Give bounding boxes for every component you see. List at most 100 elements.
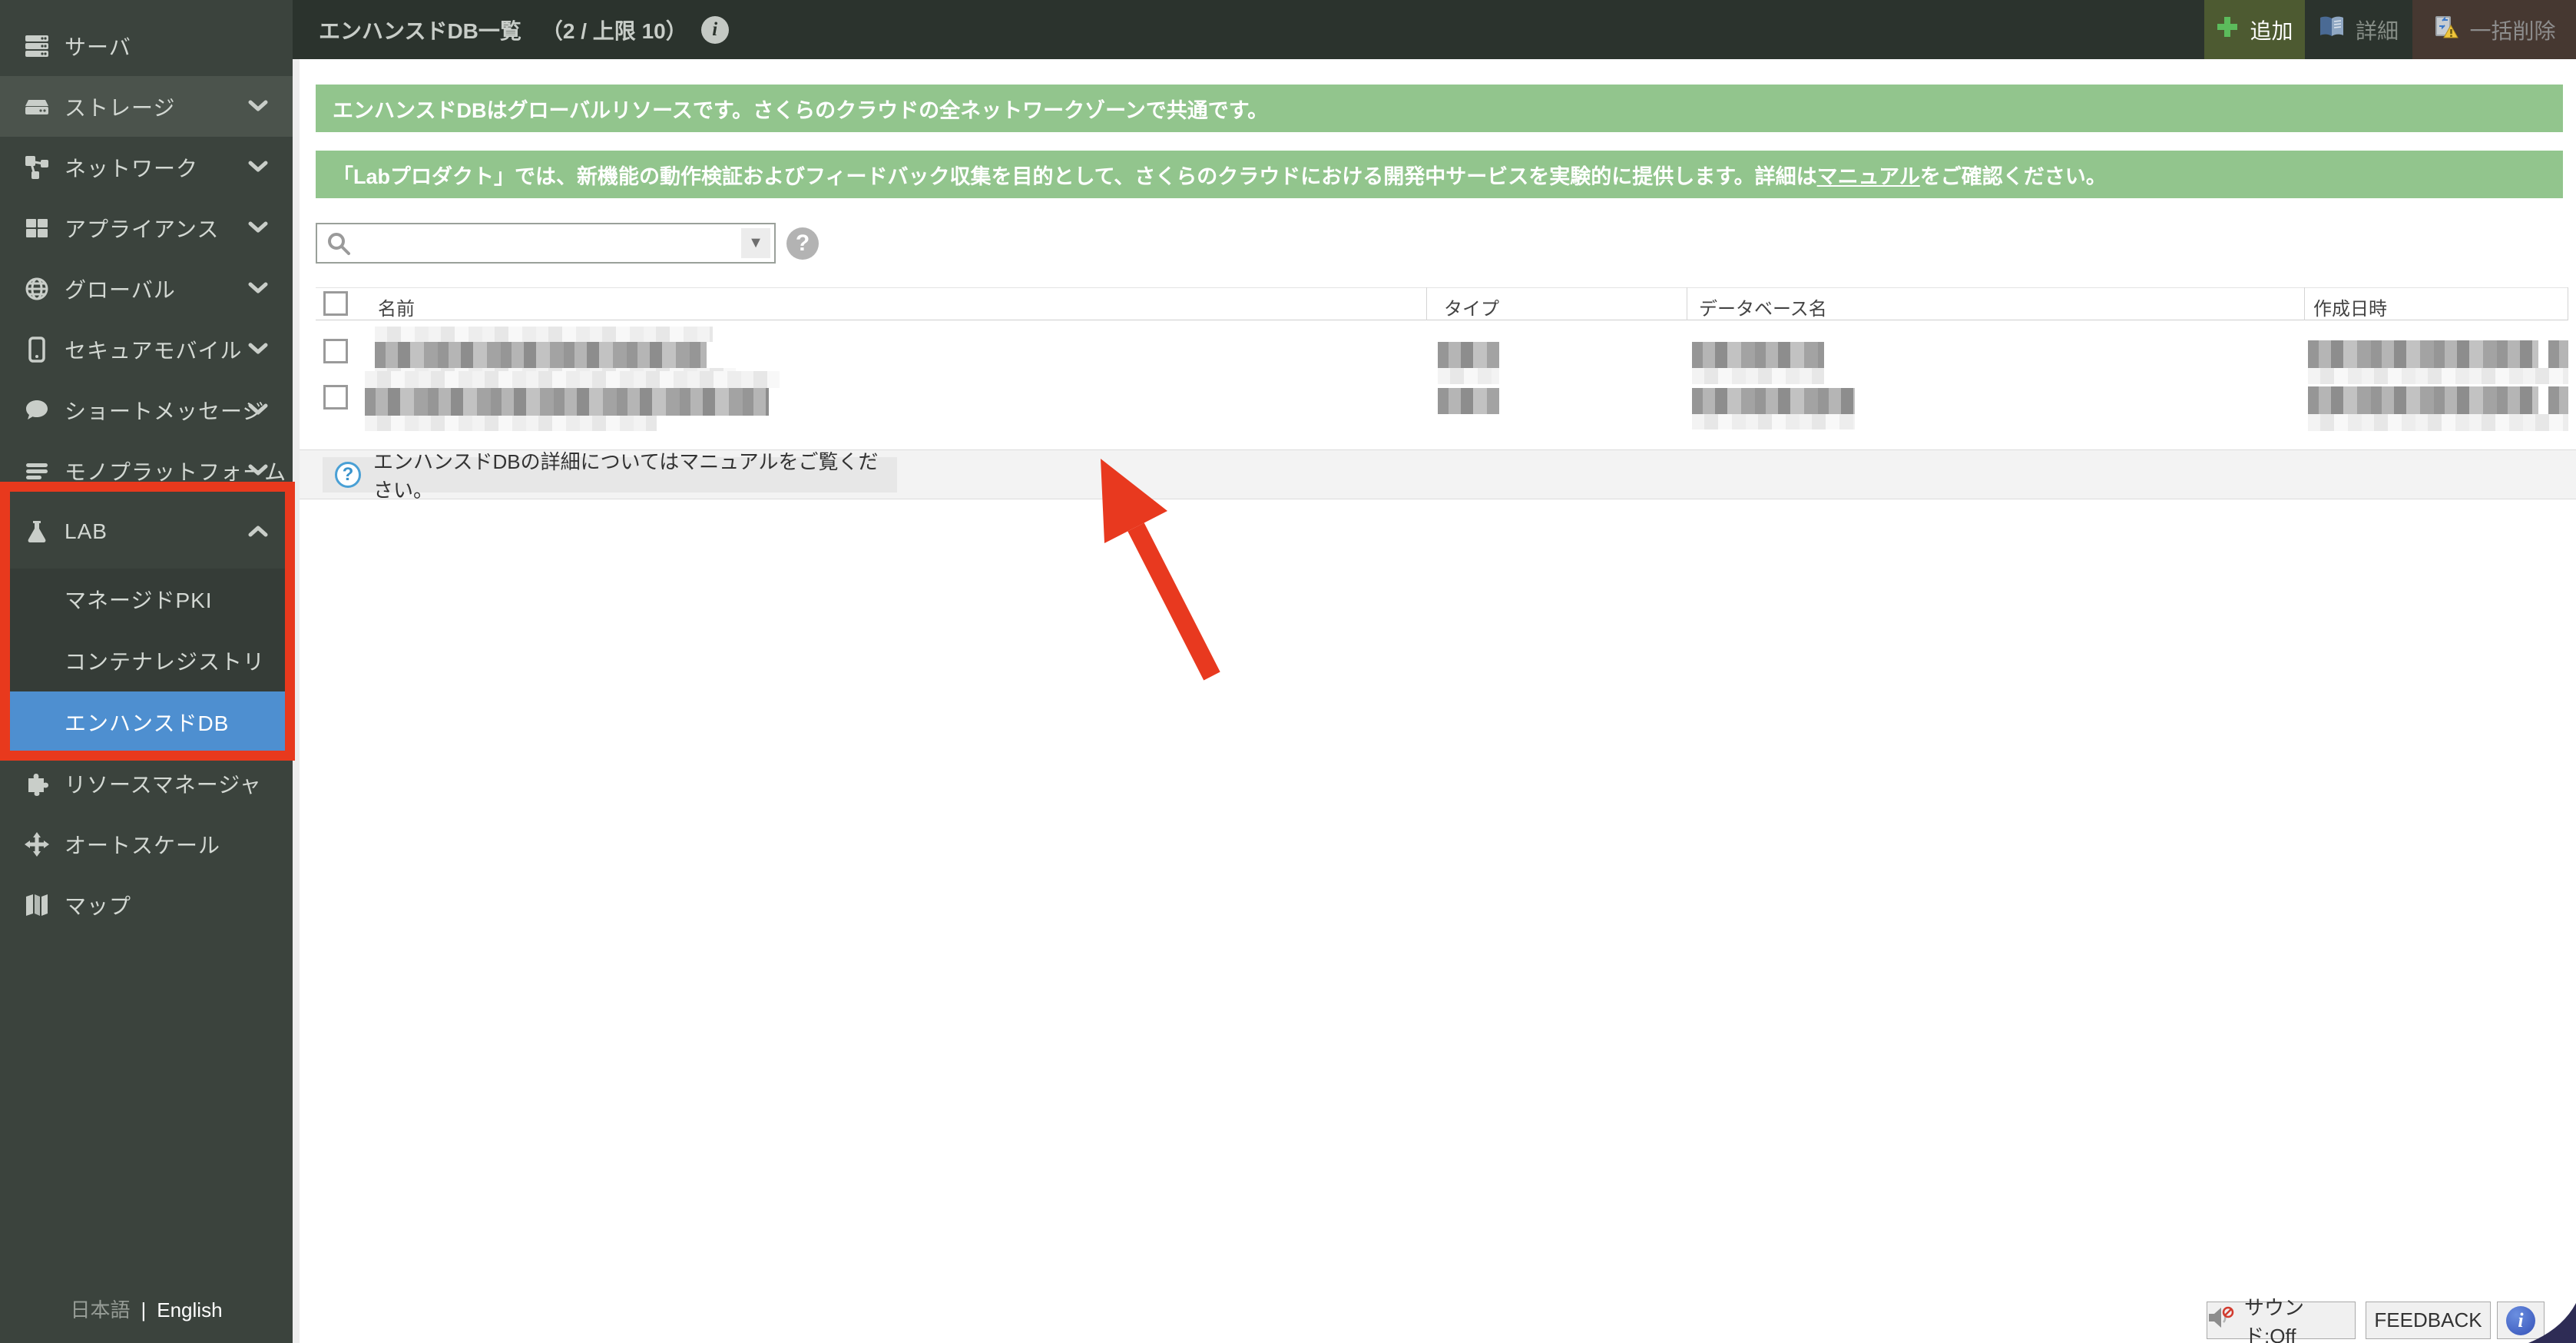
chevron-down-icon xyxy=(247,398,270,423)
language-english[interactable]: English xyxy=(157,1298,222,1321)
book-icon xyxy=(2319,15,2345,44)
search-dropdown-button[interactable]: ▼ xyxy=(741,228,770,258)
language-switch: 日本語|English xyxy=(0,1295,293,1323)
row-checkbox[interactable] xyxy=(323,385,348,410)
app-root: サーバ ストレージ ネットワーク アプライアンス xyxy=(0,0,2576,1343)
search-box: ▼ xyxy=(316,223,776,264)
banner-text: 「Labプロダクト」では、新機能の動作検証およびフィードバック収集を目的として、… xyxy=(333,160,1817,190)
dropdown-arrow-icon: ▼ xyxy=(748,234,763,252)
redacted-created-at xyxy=(2308,414,2568,431)
sidebar-item-short-message[interactable]: ショートメッセージ xyxy=(0,380,293,440)
sidebar-item-label: セキュアモバイル xyxy=(65,334,242,365)
redacted-type xyxy=(1438,342,1499,368)
feedback-button[interactable]: FEEDBACK xyxy=(2366,1302,2491,1339)
sidebar-item-global[interactable]: グローバル xyxy=(0,258,293,319)
chevron-down-icon xyxy=(247,95,270,119)
appliance-icon xyxy=(23,214,51,242)
column-header-name: 名前 xyxy=(378,293,415,320)
autoscale-icon xyxy=(23,831,51,858)
info-icon[interactable]: i xyxy=(701,16,729,44)
map-icon xyxy=(23,891,51,919)
add-button-label: 追加 xyxy=(2250,15,2293,45)
chevron-down-icon xyxy=(247,155,270,180)
sidebar-item-enhanced-db[interactable]: エンハンスドDB xyxy=(0,691,293,753)
content-left-gutter xyxy=(293,59,300,1343)
banner-text: をご確認ください。 xyxy=(1920,160,2107,190)
storage-icon xyxy=(23,93,51,121)
bulk-delete-button[interactable]: 一括削除 xyxy=(2412,0,2576,59)
sidebar-item-label: コンテナレジストリ xyxy=(65,645,265,676)
sidebar-item-label: ストレージ xyxy=(65,91,175,122)
manual-link[interactable]: マニュアル xyxy=(1817,160,1920,190)
column-divider xyxy=(1426,287,1427,320)
sidebar-item-secure-mobile[interactable]: セキュアモバイル xyxy=(0,319,293,380)
add-button[interactable]: 追加 xyxy=(2204,0,2305,59)
chevron-down-icon xyxy=(247,337,270,362)
search-help-icon[interactable]: ? xyxy=(786,227,819,260)
sidebar-item-appliance[interactable]: アプライアンス xyxy=(0,197,293,258)
sidebar-item-managed-pki[interactable]: マネージドPKI xyxy=(0,569,293,630)
page-title: エンハンスドDB一覧 （2 / 上限 10） i xyxy=(319,15,729,45)
search-input[interactable] xyxy=(359,226,727,260)
column-header-type: タイプ xyxy=(1444,293,1499,320)
chevron-down-icon xyxy=(247,216,270,240)
sidebar-item-map[interactable]: マップ xyxy=(0,874,293,935)
column-header-database-name: データベース名 xyxy=(1699,293,1827,320)
sidebar-item-label: リソースマネージャ xyxy=(65,768,262,799)
redacted-database-name xyxy=(1692,342,1824,368)
help-icon: ? xyxy=(335,462,361,488)
chat-icon xyxy=(23,396,51,424)
banner-text: エンハンスドDBはグローバルリソースです。さくらのクラウドの全ネットワークゾーン… xyxy=(333,94,1268,124)
redacted-database-name xyxy=(1692,368,1824,384)
sound-toggle-label: サウンド:Off xyxy=(2244,1292,2355,1343)
corner-decoration xyxy=(2507,1289,2576,1343)
sidebar-item-storage[interactable]: ストレージ xyxy=(0,76,293,137)
redacted-name xyxy=(365,371,780,388)
redacted-name xyxy=(375,327,713,342)
sidebar-item-label: グローバル xyxy=(65,274,176,304)
column-header-created-at: 作成日時 xyxy=(2313,293,2387,320)
sidebar-item-label: サーバ xyxy=(65,31,131,61)
sidebar-item-autoscale[interactable]: オートスケール xyxy=(0,814,293,874)
resource-count: （2 / 上限 10） xyxy=(541,15,687,45)
redacted-name xyxy=(365,416,657,431)
sidebar-item-lab[interactable]: LAB xyxy=(0,501,293,562)
sidebar-item-server[interactable]: サーバ xyxy=(0,15,293,76)
redacted-created-at xyxy=(2308,368,2568,384)
delete-warning-icon xyxy=(2432,15,2458,45)
manual-hint-text: エンハンスドDBの詳細についてはマニュアルをご覧ください。 xyxy=(373,446,897,503)
sidebar-item-label: マップ xyxy=(65,890,131,920)
page-header: エンハンスドDB一覧 （2 / 上限 10） i 追加 詳細 一括削除 xyxy=(293,0,2576,59)
annotation-arrow xyxy=(0,0,2576,1343)
language-japanese[interactable]: 日本語 xyxy=(70,1298,130,1321)
sidebar-item-label: エンハンスドDB xyxy=(65,707,229,738)
sidebar-item-label: LAB xyxy=(65,519,108,544)
sidebar-item-mono-platform[interactable]: モノプラットフォーム xyxy=(0,440,293,501)
banner-lab-product: 「Labプロダクト」では、新機能の動作検証およびフィードバック収集を目的として、… xyxy=(316,151,2563,198)
sidebar-item-label: アプライアンス xyxy=(65,213,219,244)
network-icon xyxy=(23,154,51,181)
search-icon xyxy=(326,231,351,260)
select-all-checkbox[interactable] xyxy=(323,291,348,316)
chevron-down-icon xyxy=(247,459,270,483)
sidebar-item-container-registry[interactable]: コンテナレジストリ xyxy=(0,630,293,691)
redacted-type xyxy=(1438,368,1499,384)
column-divider xyxy=(2304,287,2305,320)
redacted-created-at xyxy=(2308,340,2538,368)
sound-toggle-button[interactable]: サウンド:Off xyxy=(2207,1302,2356,1339)
sidebar-item-resource-manager[interactable]: リソースマネージャ xyxy=(0,753,293,814)
bulk-delete-button-label: 一括削除 xyxy=(2469,15,2555,45)
platform-icon xyxy=(23,457,51,485)
redacted-created-at xyxy=(2308,386,2538,414)
sidebar-item-network[interactable]: ネットワーク xyxy=(0,137,293,197)
table-header xyxy=(316,287,2568,320)
detail-button[interactable]: 詳細 xyxy=(2305,0,2412,59)
sidebar-nav: サーバ ストレージ ネットワーク アプライアンス xyxy=(0,0,293,935)
row-checkbox[interactable] xyxy=(323,339,348,363)
sound-off-icon xyxy=(2207,1305,2235,1335)
detail-button-label: 詳細 xyxy=(2356,15,2399,45)
chevron-down-icon xyxy=(247,277,270,301)
sidebar: サーバ ストレージ ネットワーク アプライアンス xyxy=(0,0,293,1343)
redacted-created-at xyxy=(2548,340,2568,368)
plus-icon xyxy=(2216,15,2239,44)
